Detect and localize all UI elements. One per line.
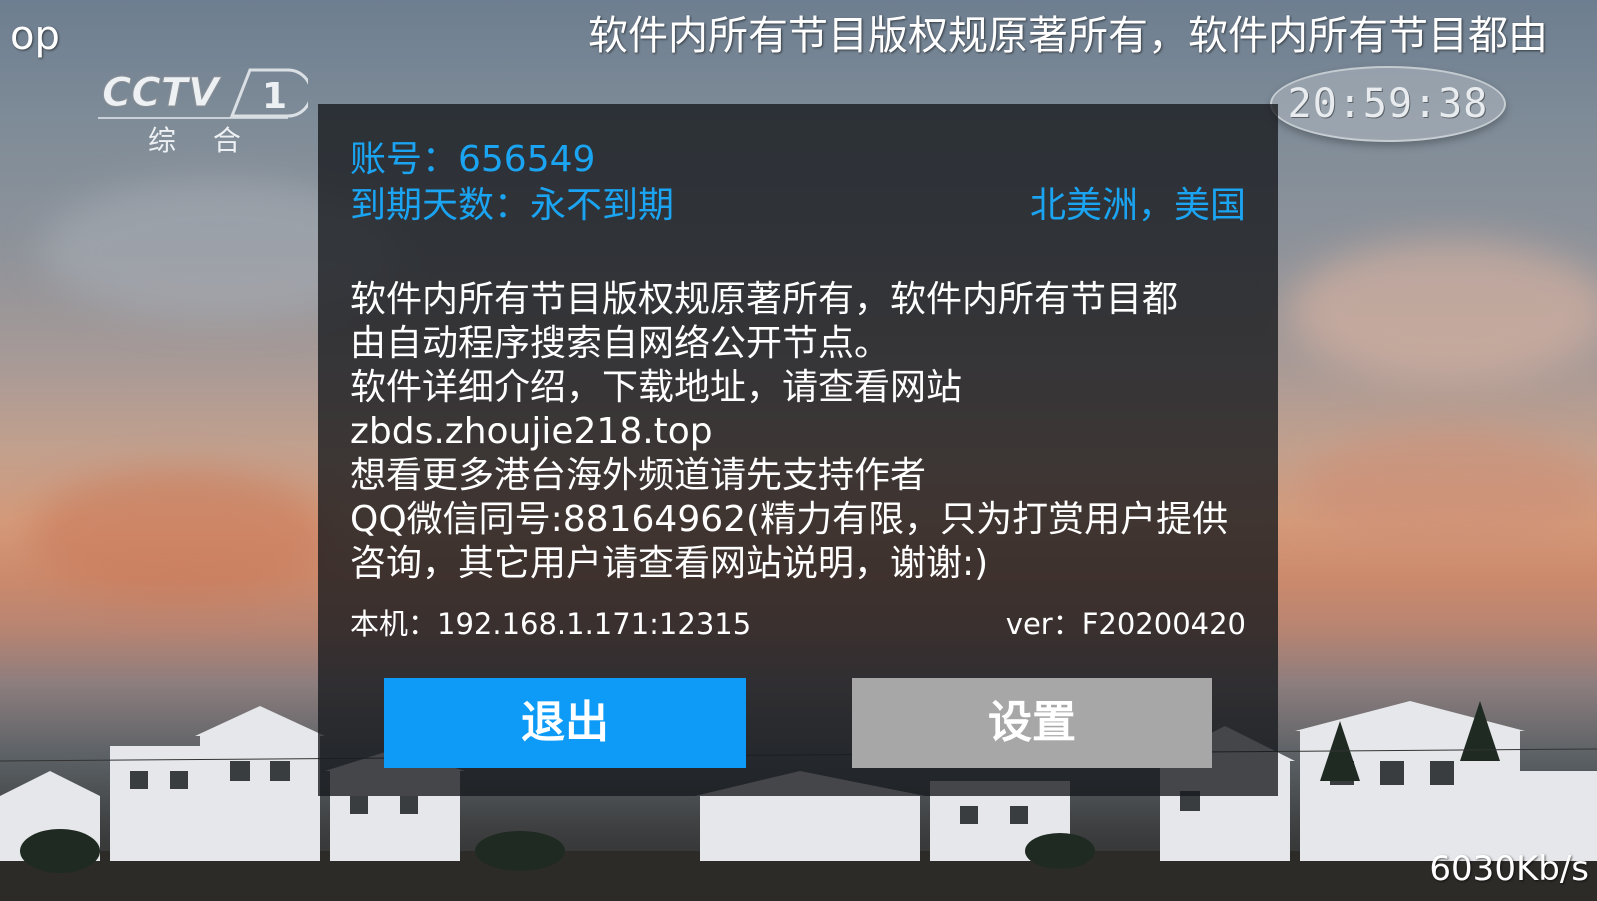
scrolling-notice: op 软件内所有节目版权规原著所有，软件内所有节目都由: [0, 10, 1597, 62]
background-cloud: [1300, 430, 1597, 550]
version-label: ver：F20200420: [1005, 607, 1246, 641]
region-label: 北美洲，美国: [1029, 185, 1246, 226]
background-cloud: [30, 470, 330, 600]
notice-line: 想看更多港台海外频道请先支持作者: [350, 455, 927, 496]
background-cloud: [1290, 240, 1597, 380]
notice-line: 软件详细介绍，下载地址，请查看网站: [350, 367, 963, 408]
ticker-text: 软件内所有节目版权规原著所有，软件内所有节目都由: [588, 13, 1548, 59]
local-address: 本机：192.168.1.171:12315: [350, 607, 752, 641]
cctv-channel-logo: CCTV 1 综 合: [98, 68, 308, 157]
channel-number: 1: [262, 76, 287, 117]
notice-line: 软件内所有节目版权规原著所有，软件内所有节目都: [350, 279, 1179, 320]
notice-line: 咨询，其它用户请查看网站说明，谢谢:): [350, 543, 989, 584]
tv-player-screen: op 软件内所有节目版权规原著所有，软件内所有节目都由 CCTV 1 综 合 2…: [0, 0, 1597, 901]
settings-button[interactable]: 设置: [852, 678, 1212, 768]
account-number: 账号：656549: [350, 139, 596, 180]
exit-button[interactable]: 退出: [384, 678, 746, 768]
notice-line: 由自动程序搜索自网络公开节点。: [350, 323, 891, 364]
channel-logo-text: CCTV: [102, 70, 222, 116]
bitrate-indicator: 6030Kb/s: [1429, 849, 1589, 889]
website-url: zbds.zhoujie218.top: [350, 411, 713, 452]
account-info-dialog: 账号：656549 到期天数：永不到期 北美洲，美国 软件内所有节目版权规原著所…: [318, 104, 1278, 796]
clock-badge: 20:59:38: [1270, 66, 1506, 142]
expiry-days: 到期天数：永不到期: [350, 185, 675, 226]
notice-text: 软件内所有节目版权规原著所有，软件内所有节目都 由自动程序搜索自网络公开节点。 …: [350, 278, 1250, 586]
channel-name: 综 合: [148, 124, 255, 157]
clock-time: 20:59:38: [1287, 81, 1489, 127]
notice-line: QQ微信同号:88164962(精力有限，只为打赏用户提供: [350, 499, 1229, 540]
ticker-fragment: op: [10, 13, 60, 59]
